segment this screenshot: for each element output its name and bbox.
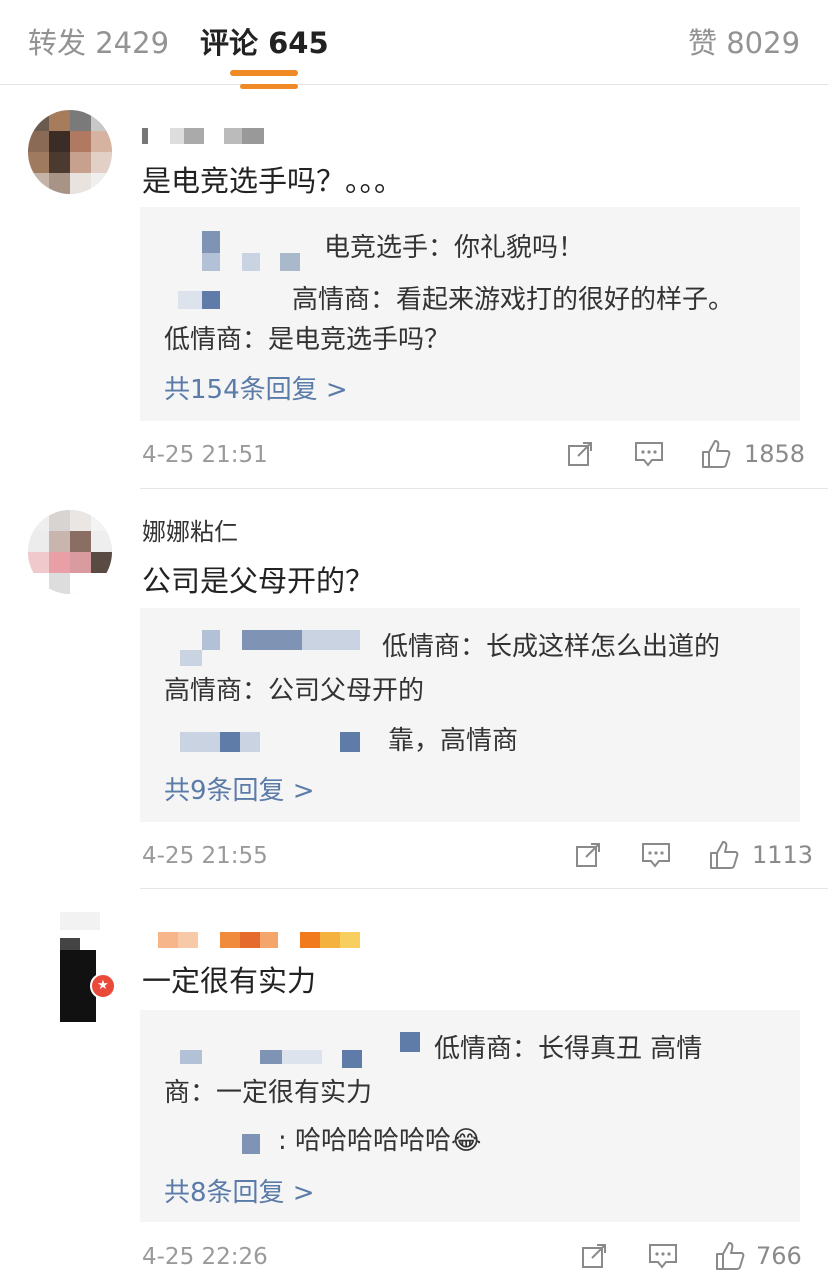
username-mosaic	[242, 1134, 260, 1154]
share-icon	[568, 442, 592, 466]
reply-preview-box[interactable]: 电竞选手：你礼貌吗！ 高情商：看起来游戏打的很好的样子。 低情商：是电竞选手吗？…	[140, 207, 800, 421]
reply-line: : 哈哈哈哈哈哈😂	[278, 1126, 482, 1156]
divider	[140, 488, 828, 489]
username-mosaic	[400, 1032, 420, 1052]
active-tab-indicator-shadow	[240, 84, 298, 89]
username-mosaic	[202, 291, 220, 309]
username-mosaic	[282, 1050, 322, 1064]
like-icon	[716, 1242, 745, 1270]
username-mosaic	[280, 253, 300, 271]
like-icon	[710, 841, 739, 869]
tab-comments[interactable]: 评论 645	[200, 20, 329, 62]
reply-button[interactable]	[641, 841, 671, 869]
comment-icon	[649, 1244, 677, 1269]
username-mosaic	[178, 291, 202, 309]
username-mosaic	[302, 630, 360, 650]
username-mosaic	[202, 231, 220, 253]
reply-line: 靠，高情商	[388, 726, 519, 756]
avatar[interactable]	[28, 510, 112, 594]
username-mosaic	[202, 630, 220, 650]
username-mosaic	[242, 630, 302, 650]
username-mosaic	[180, 650, 202, 666]
like-count: 1113	[752, 841, 814, 869]
reply-line: 低情商：长成这样怎么出道的	[382, 632, 721, 662]
reply-preview-box[interactable]: 低情商：长成这样怎么出道的 高情商：公司父母开的 靠，高情商 共9条回复 >	[140, 608, 800, 822]
comment-icon	[635, 442, 663, 467]
reply-line: 电竞选手：你礼貌吗！	[324, 233, 585, 263]
active-tab-indicator	[230, 70, 298, 76]
comment-timestamp: 4-25 21:51	[142, 442, 268, 468]
tab-bar: 转发 2429 评论 645 赞 8029	[0, 0, 828, 85]
username-mosaic	[340, 732, 360, 752]
username-mosaic	[342, 1050, 362, 1068]
comment-text: 是电竞选手吗？。。。	[142, 164, 404, 198]
username[interactable]: 娜娜粘仁	[142, 512, 238, 547]
comment-text: 公司是父母开的？	[142, 564, 375, 598]
view-replies-link[interactable]: 共9条回复 >	[164, 770, 315, 807]
share-button[interactable]	[580, 1242, 608, 1270]
reply-line: 高情商：看起来游戏打的很好的样子。	[292, 285, 735, 315]
tab-likes[interactable]: 赞 8029	[688, 20, 800, 62]
share-icon	[576, 843, 600, 867]
username-mosaic	[242, 253, 260, 271]
reply-line: 商：一定很有实力	[164, 1078, 373, 1108]
reply-line: 高情商：公司父母开的	[164, 676, 425, 706]
username-mosaic	[180, 1050, 202, 1064]
reply-button[interactable]	[648, 1242, 678, 1270]
like-count: 766	[756, 1242, 802, 1270]
like-count: 1858	[744, 440, 806, 468]
reply-button[interactable]	[634, 440, 664, 468]
tab-repost[interactable]: 转发 2429	[28, 20, 169, 62]
share-icon	[582, 1244, 606, 1268]
verified-badge-icon: ★	[90, 973, 116, 999]
username-mosaic[interactable]	[158, 932, 360, 948]
reply-line: 低情商：是电竞选手吗？	[164, 325, 451, 355]
comment-text: 一定很有实力	[142, 964, 317, 998]
avatar[interactable]	[28, 110, 112, 194]
share-button[interactable]	[574, 841, 602, 869]
reply-preview-box[interactable]: 低情商：长得真丑 高情 商：一定很有实力 : 哈哈哈哈哈哈😂 共8条回复 >	[140, 1010, 800, 1222]
username-mosaic[interactable]	[142, 128, 264, 144]
comment-icon	[642, 843, 670, 868]
username-mosaic	[202, 253, 220, 271]
username-mosaic	[220, 732, 240, 752]
avatar[interactable]	[60, 912, 100, 1022]
divider	[140, 888, 828, 889]
comment-timestamp: 4-25 22:26	[142, 1244, 268, 1270]
comment-timestamp: 4-25 21:55	[142, 843, 268, 869]
view-replies-link[interactable]: 共154条回复 >	[164, 369, 348, 406]
username-mosaic	[260, 1050, 282, 1064]
reply-line: 低情商：长得真丑 高情	[434, 1034, 703, 1064]
view-replies-link[interactable]: 共8条回复 >	[164, 1172, 315, 1209]
share-button[interactable]	[566, 440, 594, 468]
like-icon	[702, 440, 731, 468]
